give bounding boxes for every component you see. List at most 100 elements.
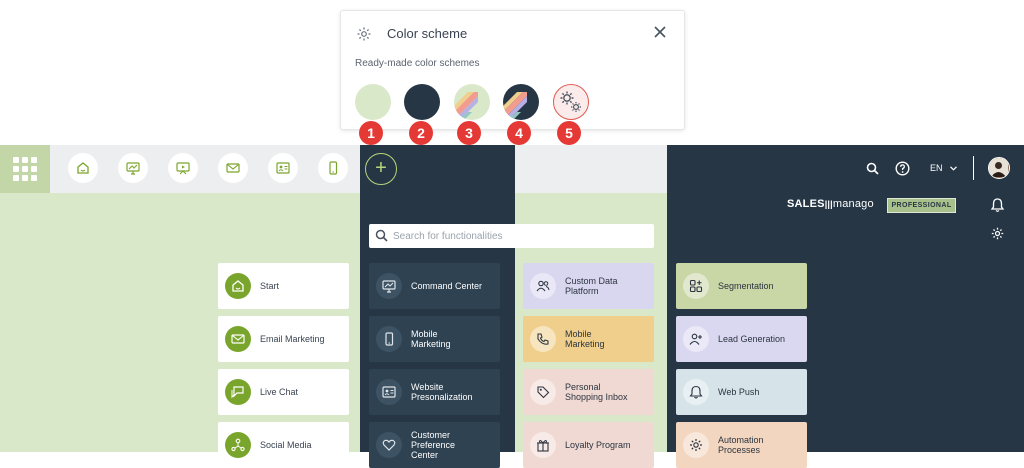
tile-loyalty-program[interactable]: Loyalty Program xyxy=(523,422,654,468)
language-label: EN xyxy=(930,163,943,173)
tile-lead-generation[interactable]: Lead Generation xyxy=(676,316,807,362)
logo-part-sales: SALES xyxy=(787,198,825,210)
tile-email-marketing[interactable]: Email Marketing xyxy=(218,316,349,362)
avatar[interactable] xyxy=(988,157,1010,179)
mail-icon xyxy=(226,163,240,173)
phone-icon xyxy=(329,161,338,175)
tile-custom-data-platform[interactable]: Custom Data Platform xyxy=(523,263,654,309)
scheme-badge-4: 4 xyxy=(507,121,531,145)
id-card-icon xyxy=(276,162,290,174)
scheme-custom-settings[interactable] xyxy=(553,84,589,120)
bell-icon[interactable] xyxy=(991,198,1004,212)
tile-label: Automation Processes xyxy=(718,435,764,455)
pastel-stripes-icon xyxy=(454,84,490,120)
home-icon xyxy=(77,162,89,174)
nav-website-button[interactable] xyxy=(168,153,198,183)
tile-label: Website Presonalization xyxy=(411,382,473,402)
gear-icon xyxy=(357,27,371,41)
tile-label: Mobile Marketing xyxy=(565,329,605,349)
tile-label: Mobile Marketing xyxy=(411,329,451,349)
heart-icon xyxy=(376,432,402,458)
tile-label: Command Center xyxy=(411,281,483,291)
nav-contact-card-button[interactable] xyxy=(268,153,298,183)
popup-title: Color scheme xyxy=(387,26,468,41)
tile-label: Start xyxy=(260,281,280,291)
search-icon xyxy=(375,229,388,242)
tile-mobile-marketing-2[interactable]: Mobile Marketing xyxy=(523,316,654,362)
scheme-swatch-1[interactable] xyxy=(355,84,391,120)
tile-automation-processes[interactable]: Automation Processes xyxy=(676,422,807,468)
tile-personal-shopping-inbox[interactable]: Personal Shopping Inbox xyxy=(523,369,654,415)
logo-part-manago: manago xyxy=(832,198,874,210)
nav-email-button[interactable] xyxy=(218,153,248,183)
tile-label: Custom Data Platform xyxy=(565,276,618,296)
users-icon xyxy=(530,273,556,299)
nav-mobile-button[interactable] xyxy=(318,153,348,183)
tile-label: Social Media xyxy=(260,440,312,450)
chevron-down-icon xyxy=(950,166,957,171)
tile-label: Loyalty Program xyxy=(565,440,631,450)
help-icon[interactable] xyxy=(895,161,910,176)
search-input[interactable] xyxy=(393,227,643,245)
tile-start[interactable]: Start xyxy=(218,263,349,309)
gear-icon xyxy=(683,432,709,458)
chart-monitor-icon xyxy=(376,273,402,299)
tile-label: Lead Generation xyxy=(718,334,786,344)
search-icon[interactable] xyxy=(866,162,879,175)
tile-website-personalization[interactable]: Website Presonalization xyxy=(369,369,500,415)
tag-icon xyxy=(530,379,556,405)
color-scheme-popup: Color scheme Ready-made color schemes xyxy=(340,10,685,130)
tile-mobile-marketing[interactable]: Mobile Marketing xyxy=(369,316,500,362)
tile-label: Web Push xyxy=(718,387,760,397)
scheme-swatch-4[interactable] xyxy=(503,84,539,120)
tile-web-push[interactable]: Web Push xyxy=(676,369,807,415)
logo-bars-icon: ||| xyxy=(824,199,833,209)
topbar-gray-middle xyxy=(515,145,667,193)
topbar-divider xyxy=(973,156,974,180)
tile-label: Customer Preference Center xyxy=(411,430,456,460)
user-photo-icon xyxy=(989,158,1008,177)
tile-live-chat[interactable]: Live Chat xyxy=(218,369,349,415)
home-icon xyxy=(225,273,251,299)
add-symbol: + xyxy=(375,157,387,179)
language-selector[interactable]: EN xyxy=(930,163,957,173)
tile-label: Email Marketing xyxy=(260,334,325,344)
chat-icon xyxy=(225,379,251,405)
tile-command-center[interactable]: Command Center xyxy=(369,263,500,309)
scheme-badge-2: 2 xyxy=(409,121,433,145)
gift-icon xyxy=(530,432,556,458)
grid-icon xyxy=(13,157,37,181)
tile-label: Live Chat xyxy=(260,387,299,397)
phone-call-icon xyxy=(530,326,556,352)
chart-monitor-icon xyxy=(126,162,140,175)
salesmanago-logo: SALES|||manago xyxy=(787,198,874,210)
scheme-badge-1: 1 xyxy=(359,121,383,145)
scheme-swatch-2[interactable] xyxy=(404,84,440,120)
scheme-badge-5: 5 xyxy=(557,121,581,145)
id-card-icon xyxy=(376,379,402,405)
close-icon[interactable] xyxy=(652,24,668,40)
nav-home-button[interactable] xyxy=(68,153,98,183)
plan-badge: PROFESSIONAL xyxy=(887,198,956,213)
network-icon xyxy=(225,432,251,458)
tile-label: Personal Shopping Inbox xyxy=(565,382,628,402)
tile-segmentation[interactable]: Segmentation xyxy=(676,263,807,309)
popup-subtitle: Ready-made color schemes xyxy=(355,58,480,69)
functionality-search[interactable] xyxy=(369,224,654,248)
pastel-stripes-dark-icon xyxy=(503,84,539,120)
nav-command-center-button[interactable] xyxy=(118,153,148,183)
bell-icon xyxy=(683,379,709,405)
settings-gear-icon[interactable] xyxy=(991,227,1004,240)
presentation-icon xyxy=(176,162,190,175)
add-button[interactable]: + xyxy=(365,153,397,185)
tile-social-media[interactable]: Social Media xyxy=(218,422,349,468)
phone-icon xyxy=(376,326,402,352)
grid-plus-icon xyxy=(683,273,709,299)
tile-label: Segmentation xyxy=(718,281,774,291)
menu-grid-button[interactable] xyxy=(0,145,50,193)
scheme-badge-3: 3 xyxy=(457,121,481,145)
mail-icon xyxy=(225,326,251,352)
user-plus-icon xyxy=(683,326,709,352)
scheme-swatch-3[interactable] xyxy=(454,84,490,120)
tile-customer-preference-center[interactable]: Customer Preference Center xyxy=(369,422,500,468)
